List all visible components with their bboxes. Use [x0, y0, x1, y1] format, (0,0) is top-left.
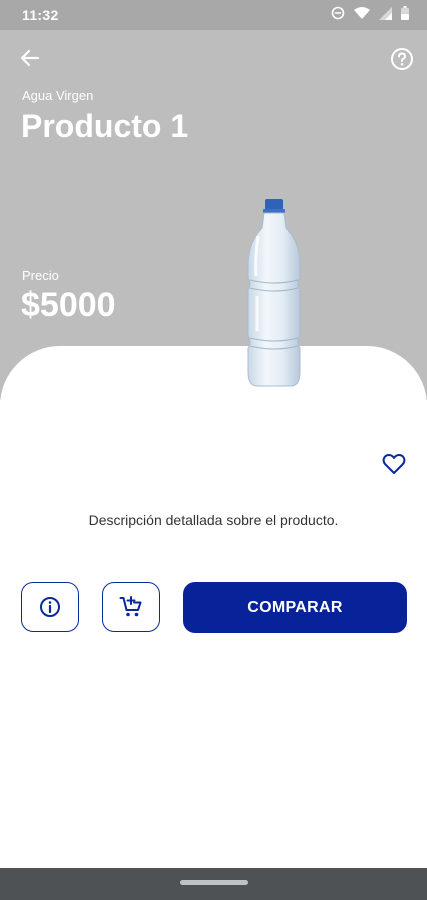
system-nav-bar [0, 868, 427, 900]
add-to-cart-button[interactable] [102, 582, 160, 632]
status-bar: 11:32 [0, 0, 427, 30]
dnd-icon [331, 6, 345, 20]
price-label: Precio [22, 268, 59, 283]
favorite-button[interactable] [380, 450, 408, 478]
product-title: Producto 1 [21, 108, 189, 144]
product-category: Agua Virgen [22, 88, 94, 103]
heart-icon [382, 454, 406, 474]
back-arrow-icon [20, 49, 40, 67]
add-to-cart-icon [119, 596, 142, 617]
status-icons [331, 6, 409, 20]
help-icon [391, 48, 413, 70]
home-gesture-pill[interactable] [180, 880, 248, 885]
battery-icon [401, 6, 409, 20]
back-button[interactable] [14, 44, 46, 72]
price-value: $5000 [21, 286, 116, 324]
info-icon [40, 597, 60, 617]
compare-button[interactable]: COMPARAR [183, 582, 407, 633]
product-image [247, 199, 301, 387]
wifi-icon [354, 6, 370, 19]
product-description: Descripción detallada sobre el producto. [88, 512, 339, 528]
status-time: 11:32 [22, 7, 59, 23]
help-button[interactable] [387, 44, 417, 74]
info-button[interactable] [21, 582, 79, 632]
signal-icon [379, 6, 392, 20]
product-header: Agua Virgen Producto 1 Precio $5000 [0, 30, 427, 400]
